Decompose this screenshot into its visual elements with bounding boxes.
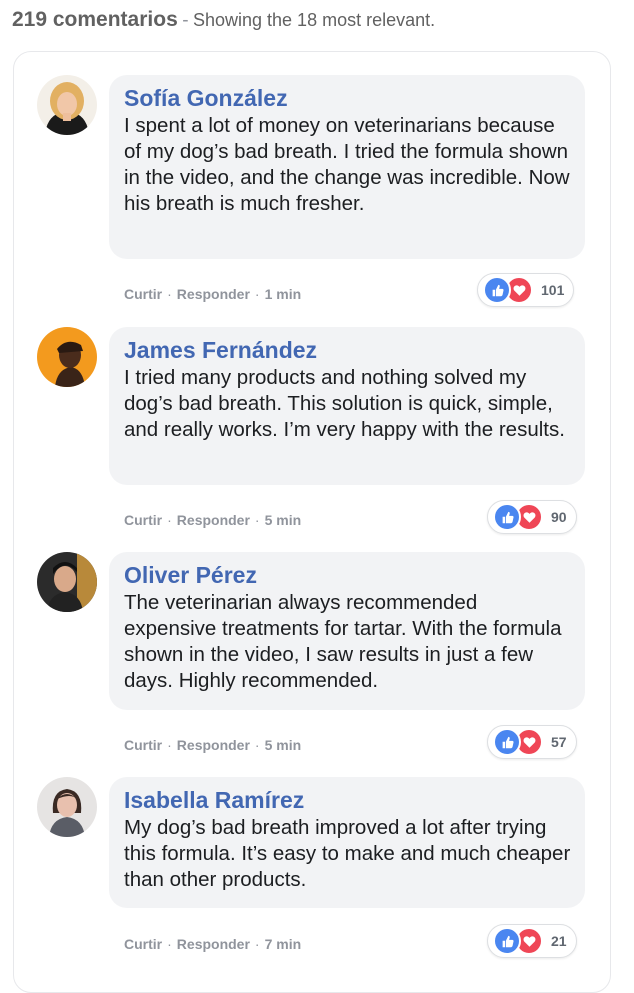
avatar[interactable] [37,777,97,837]
like-link[interactable]: Curtir [124,286,162,302]
separator-dot: · [167,737,172,753]
reactions-badge[interactable]: 21 [487,924,577,958]
reactions-badge[interactable]: 90 [487,500,577,534]
comment-text: My dog’s bad breath improved a lot after… [124,816,571,891]
commenter-name[interactable]: James Fernández [124,336,571,364]
reaction-count: 101 [541,282,565,298]
commenter-name[interactable]: Oliver Pérez [124,561,571,589]
separator-dot: · [167,512,172,528]
separator-dot: · [254,936,260,952]
header-separator: - [182,10,189,31]
reply-link[interactable]: Responder [177,936,250,952]
comment-bubble: Sofía González I spent a lot of money on… [109,75,585,259]
timestamp[interactable]: 5 min [265,737,302,753]
like-link[interactable]: Curtir [124,936,162,952]
comment-text: I spent a lot of money on veterinarians … [124,114,570,215]
like-link[interactable]: Curtir [124,737,162,753]
thumbs-up-icon [493,728,521,756]
comment-count: 219 comentarios [12,8,178,31]
comment-bubble: Oliver Pérez The veterinarian always rec… [109,552,585,710]
like-link[interactable]: Curtir [124,512,162,528]
comment-text: I tried many products and nothing solved… [124,366,565,441]
comments-header: 219 comentarios - Showing the 18 most re… [12,8,435,32]
thumbs-up-icon [483,276,511,304]
timestamp[interactable]: 7 min [265,936,302,952]
reaction-count: 90 [551,509,567,525]
avatar[interactable] [37,327,97,387]
reply-link[interactable]: Responder [177,737,250,753]
comment-actions: Curtir · Responder · 5 min [124,737,301,753]
comment-actions: Curtir · Responder · 1 min [124,286,301,302]
thumbs-up-icon [493,503,521,531]
avatar[interactable] [37,75,97,135]
separator-dot: · [254,512,260,528]
comment-bubble: James Fernández I tried many products an… [109,327,585,485]
comment-bubble: Isabella Ramírez My dog’s bad breath imp… [109,777,585,908]
comment-actions: Curtir · Responder · 7 min [124,936,301,952]
relevance-note: Showing the 18 most relevant. [192,10,436,30]
reactions-badge[interactable]: 101 [477,273,575,307]
comment-actions: Curtir · Responder · 5 min [124,512,301,528]
reaction-count: 21 [551,933,567,949]
timestamp[interactable]: 5 min [265,512,302,528]
reply-link[interactable]: Responder [177,512,250,528]
reply-link[interactable]: Responder [177,286,250,302]
commenter-name[interactable]: Sofía González [124,84,571,112]
comment-text: The veterinarian always recommended expe… [124,591,562,692]
separator-dot: · [254,737,260,753]
avatar[interactable] [37,552,97,612]
reaction-count: 57 [551,734,567,750]
reactions-badge[interactable]: 57 [487,725,577,759]
timestamp[interactable]: 1 min [265,286,302,302]
separator-dot: · [254,286,260,302]
thumbs-up-icon [493,927,521,955]
separator-dot: · [167,936,172,952]
separator-dot: · [167,286,172,302]
commenter-name[interactable]: Isabella Ramírez [124,786,571,814]
